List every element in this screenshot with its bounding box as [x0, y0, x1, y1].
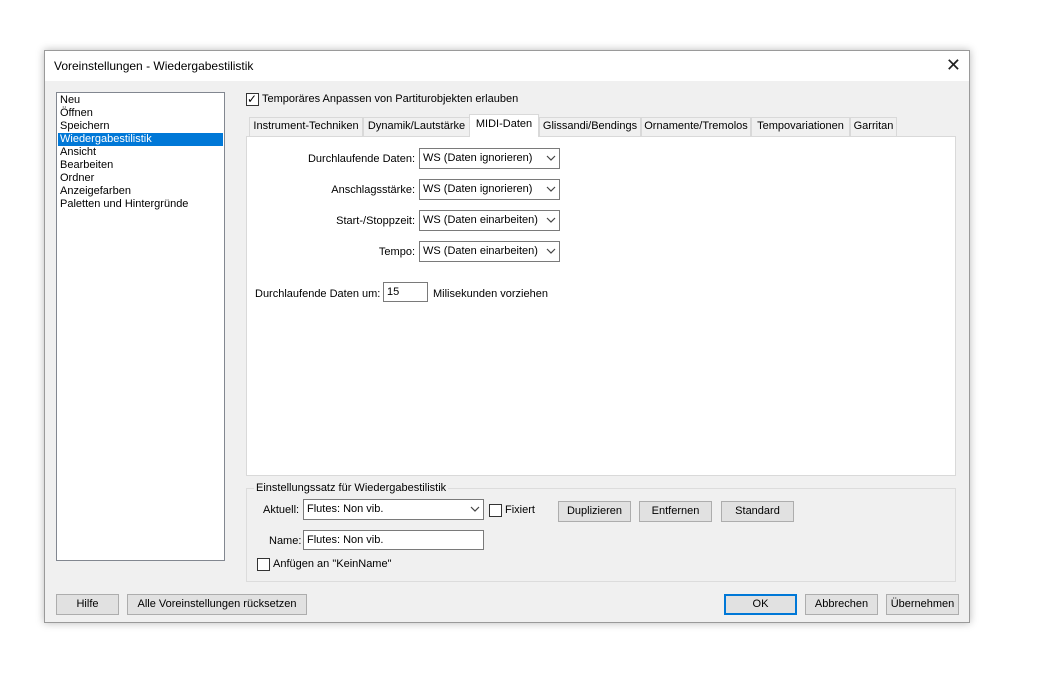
name-input[interactable]	[303, 530, 484, 550]
fixed-label: Fixiert	[505, 504, 535, 516]
duplicate-button[interactable]: Duplizieren	[558, 501, 631, 522]
title-bar: Voreinstellungen - Wiedergabestilistik ✕	[45, 51, 969, 81]
chevron-down-icon	[546, 155, 556, 161]
name-field[interactable]	[304, 531, 483, 549]
list-item[interactable]: Neu	[58, 94, 223, 107]
tab-ornamente-tremolos[interactable]: Ornamente/Tremolos	[641, 117, 751, 136]
continuous-data-dropdown[interactable]: WS (Daten ignorieren)	[419, 148, 560, 169]
category-list[interactable]: Neu Öffnen Speichern Wiedergabestilistik…	[56, 92, 225, 561]
append-keinname-checkbox[interactable]	[257, 558, 270, 571]
list-item[interactable]: Speichern	[58, 120, 223, 133]
advance-label: Durchlaufende Daten um:	[255, 288, 381, 300]
list-item[interactable]: Bearbeiten	[58, 159, 223, 172]
apply-button[interactable]: Übernehmen	[886, 594, 959, 615]
start-stop-dropdown[interactable]: WS (Daten einarbeiten)	[419, 210, 560, 231]
continuous-data-value: WS (Daten ignorieren)	[423, 152, 533, 164]
check-mark-icon: ✓	[247, 92, 258, 106]
window-title: Voreinstellungen - Wiedergabestilistik	[54, 59, 254, 73]
fixed-checkbox[interactable]	[489, 504, 502, 517]
append-keinname-label: Anfügen an "KeinName"	[273, 558, 392, 570]
tab-tempovariationen[interactable]: Tempovariationen	[751, 117, 850, 136]
chevron-down-icon	[546, 217, 556, 223]
velocity-value: WS (Daten ignorieren)	[423, 183, 533, 195]
preferences-dialog: Voreinstellungen - Wiedergabestilistik ✕…	[44, 50, 970, 623]
chevron-down-icon	[470, 506, 480, 512]
name-label: Name:	[269, 535, 302, 547]
list-item-selected[interactable]: Wiedergabestilistik	[58, 133, 223, 146]
tab-instrument-techniken[interactable]: Instrument-Techniken	[249, 117, 363, 136]
tab-glissandi-bendings[interactable]: Glissandi/Bendings	[539, 117, 641, 136]
velocity-dropdown[interactable]: WS (Daten ignorieren)	[419, 179, 560, 200]
allow-temp-adjust-label: Temporäres Anpassen von Partiturobjekten…	[262, 93, 519, 105]
start-stop-value: WS (Daten einarbeiten)	[423, 214, 538, 226]
chevron-down-icon	[546, 186, 556, 192]
start-stop-label: Start-/Stoppzeit:	[336, 215, 415, 227]
tempo-label: Tempo:	[378, 246, 415, 258]
advance-ms-field[interactable]	[384, 283, 427, 301]
advance-ms-input[interactable]	[383, 282, 428, 302]
ok-button[interactable]: OK	[724, 594, 797, 615]
list-item[interactable]: Ordner	[58, 172, 223, 185]
list-item[interactable]: Paletten und Hintergründe	[58, 198, 223, 211]
standard-button[interactable]: Standard	[721, 501, 794, 522]
help-button[interactable]: Hilfe	[56, 594, 119, 615]
list-item[interactable]: Öffnen	[58, 107, 223, 120]
tab-midi-daten[interactable]: MIDI-Daten	[469, 114, 539, 137]
advance-suffix: Milisekunden vorziehen	[433, 288, 548, 300]
preset-group: Einstellungssatz für Wiedergabestilistik…	[246, 482, 956, 582]
cancel-button[interactable]: Abbrechen	[805, 594, 878, 615]
remove-button[interactable]: Entfernen	[639, 501, 712, 522]
midi-tab-panel: Durchlaufende Daten: WS (Daten ignoriere…	[246, 136, 956, 476]
velocity-label: Anschlagsstärke:	[331, 184, 415, 196]
current-preset-dropdown[interactable]: Flutes: Non vib.	[303, 499, 484, 520]
list-item[interactable]: Anzeigefarben	[58, 185, 223, 198]
chevron-down-icon	[546, 248, 556, 254]
continuous-data-label: Durchlaufende Daten:	[307, 153, 415, 165]
tab-garritan[interactable]: Garritan	[850, 117, 897, 136]
tempo-dropdown[interactable]: WS (Daten einarbeiten)	[419, 241, 560, 262]
current-preset-value: Flutes: Non vib.	[307, 503, 384, 515]
current-label: Aktuell:	[263, 504, 300, 516]
list-item[interactable]: Ansicht	[58, 146, 223, 159]
tab-dynamik-lautstaerke[interactable]: Dynamik/Lautstärke	[363, 117, 470, 136]
preset-group-title: Einstellungssatz für Wiedergabestilistik	[254, 482, 449, 494]
allow-temp-adjust-checkbox[interactable]: ✓	[246, 92, 259, 106]
tempo-value: WS (Daten einarbeiten)	[423, 245, 538, 257]
close-icon[interactable]: ✕	[946, 55, 961, 75]
reset-all-button[interactable]: Alle Voreinstellungen rücksetzen	[127, 594, 307, 615]
